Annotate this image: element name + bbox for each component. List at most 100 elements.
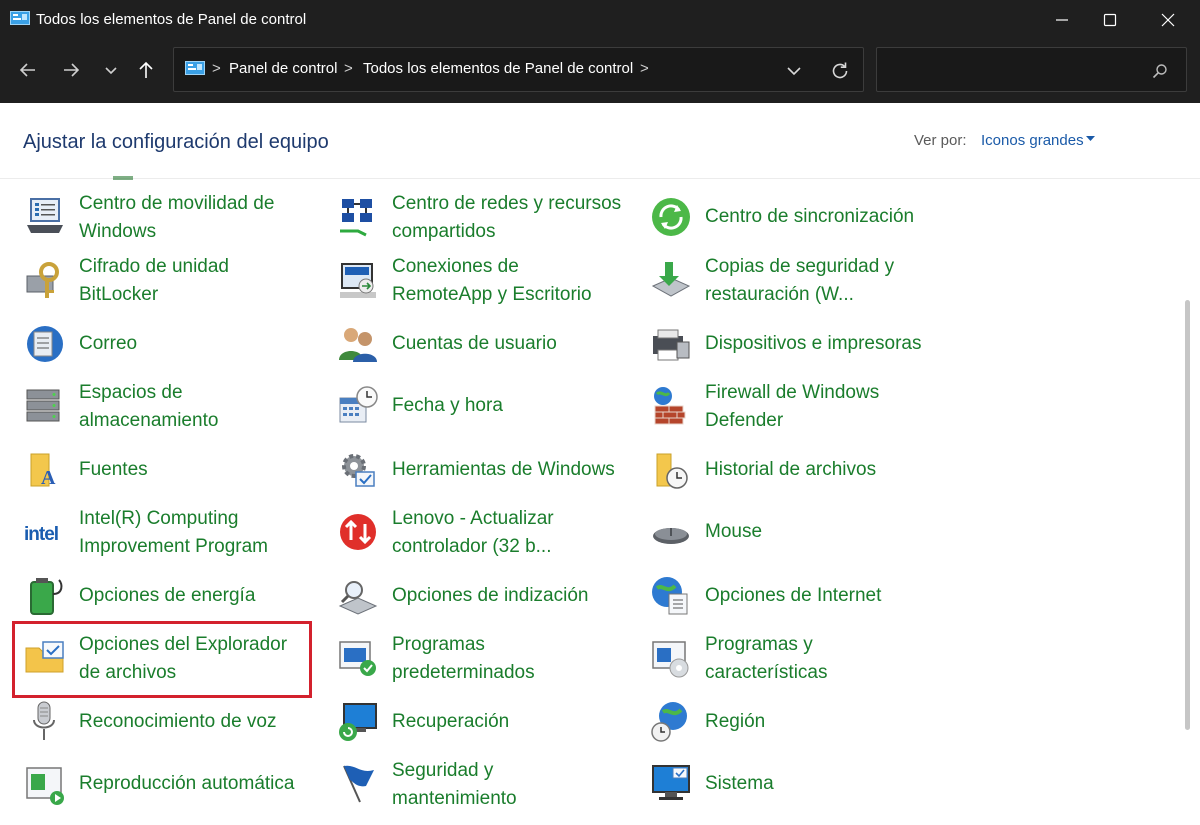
item-autoplay[interactable]: Reproducción automática — [23, 762, 313, 822]
item-label: Correo — [79, 333, 138, 354]
item-intel[interactable]: intel Intel(R) Computing Improvement Prog… — [23, 508, 313, 570]
item-label: Centro de sincronización — [705, 206, 915, 227]
item-label: Opciones de Internet — [705, 585, 882, 606]
up-button[interactable] — [132, 56, 160, 84]
item-firewall[interactable]: Firewall de Windows Defender — [649, 382, 949, 444]
intel-icon: intel — [24, 524, 59, 545]
programs-features-icon — [652, 641, 689, 678]
item-mobility-center[interactable]: Centro de movilidad de Windows — [23, 193, 313, 255]
breadcrumb-separator: > — [640, 60, 649, 77]
maximize-icon — [1103, 13, 1117, 27]
remoteapp-icon — [340, 263, 376, 298]
forward-button[interactable] — [57, 56, 85, 84]
mobility-center-icon — [27, 198, 63, 233]
item-file-history[interactable]: Historial de archivos — [649, 448, 949, 508]
item-recovery[interactable]: Recuperación — [336, 700, 636, 760]
refresh-icon[interactable] — [828, 59, 852, 83]
default-programs-icon — [339, 641, 376, 676]
item-label: Fuentes — [79, 459, 148, 480]
system-icon — [652, 765, 690, 800]
item-devices-printers[interactable]: Dispositivos e impresoras — [649, 322, 949, 382]
item-programs-features[interactable]: Programas y características — [649, 634, 949, 696]
user-accounts-icon — [339, 328, 377, 362]
back-button[interactable] — [14, 56, 42, 84]
item-label: Recuperación — [392, 711, 510, 732]
item-mail[interactable]: Correo — [23, 322, 313, 382]
item-sync-center[interactable]: Centro de sincronización — [649, 195, 949, 255]
item-label: Mouse — [705, 521, 763, 542]
chevron-down-icon — [105, 67, 117, 75]
item-speech-recognition[interactable]: Reconocimiento de voz — [23, 700, 313, 760]
item-label: Región — [705, 711, 766, 732]
item-region[interactable]: Región — [649, 700, 949, 760]
svg-text:intel: intel — [24, 524, 58, 545]
file-history-icon — [656, 453, 688, 489]
windows-tools-icon — [342, 454, 375, 487]
item-label: Programas y características — [705, 634, 828, 683]
date-time-icon — [339, 386, 378, 423]
item-label: Programas predeterminados — [392, 634, 535, 683]
item-label: Cifrado de unidad BitLocker — [79, 256, 229, 305]
item-storage-spaces[interactable]: Espacios de almacenamiento — [23, 382, 313, 444]
item-label: Seguridad y mantenimiento — [392, 760, 517, 809]
search-icon — [1152, 64, 1167, 79]
item-user-accounts[interactable]: Cuentas de usuario — [336, 322, 636, 382]
fonts-icon: A — [30, 453, 56, 489]
item-indexing[interactable]: Opciones de indización — [336, 574, 636, 634]
item-backup[interactable]: Copias de seguridad y restauración (W... — [649, 256, 949, 318]
storage-spaces-icon — [26, 389, 60, 422]
firewall-icon — [654, 387, 686, 425]
item-windows-tools[interactable]: Herramientas de Windows — [336, 448, 636, 508]
arrow-right-icon — [64, 63, 80, 77]
minimize-button[interactable] — [1039, 0, 1085, 40]
clipped-item-label — [113, 176, 133, 180]
breadcrumb-control-panel[interactable]: Panel de control — [229, 60, 337, 77]
item-label: Lenovo - Actualizar controlador (32 b... — [392, 508, 554, 557]
breadcrumb-all-items[interactable]: Todos los elementos de Panel de control — [363, 60, 633, 77]
item-label: Historial de archivos — [705, 459, 877, 480]
item-system[interactable]: Sistema — [649, 762, 949, 822]
breadcrumb-separator: > — [344, 60, 353, 77]
item-date-time[interactable]: Fecha y hora — [336, 384, 636, 444]
scrollbar-thumb[interactable] — [1185, 300, 1190, 730]
item-label: Intel(R) Computing Improvement Program — [79, 508, 269, 557]
item-mouse[interactable]: Mouse — [649, 510, 949, 570]
highlight-box — [12, 621, 312, 698]
devices-printers-icon — [653, 329, 690, 361]
item-label: Dispositivos e impresoras — [705, 333, 922, 354]
item-default-programs[interactable]: Programas predeterminados — [336, 634, 636, 696]
mouse-icon — [653, 528, 689, 544]
item-remoteapp[interactable]: Conexiones de RemoteApp y Escritorio — [336, 256, 636, 318]
item-lenovo-update[interactable]: Lenovo - Actualizar controlador (32 b... — [336, 508, 636, 570]
content-header: Ajustar la configuración del equipo Ver … — [0, 103, 1200, 179]
page-title: Ajustar la configuración del equipo — [23, 131, 329, 153]
arrow-left-icon — [19, 63, 35, 77]
arrow-up-icon — [139, 61, 153, 78]
search-input[interactable] — [876, 47, 1187, 92]
lenovo-update-icon — [340, 514, 376, 550]
view-by-dropdown[interactable]: Iconos grandes — [981, 132, 1084, 149]
internet-options-icon — [652, 577, 688, 615]
caret-down-icon[interactable] — [1086, 136, 1095, 142]
item-label: Reconocimiento de voz — [79, 711, 277, 732]
sync-center-icon — [652, 198, 690, 236]
recent-locations-button[interactable] — [97, 56, 125, 84]
power-options-icon — [30, 578, 63, 615]
item-label: Sistema — [705, 773, 774, 794]
item-security-maintenance[interactable]: Seguridad y mantenimiento — [336, 760, 636, 822]
item-label: Firewall de Windows Defender — [705, 382, 880, 431]
navigation-bar: > Panel de control > Todos los elementos… — [0, 40, 1200, 103]
chevron-down-icon[interactable] — [782, 60, 806, 82]
close-icon — [1161, 13, 1175, 27]
item-fonts[interactable]: A Fuentes — [23, 448, 313, 508]
item-bitlocker[interactable]: Cifrado de unidad BitLocker — [23, 256, 313, 318]
item-network-center[interactable]: Centro de redes y recursos compartidos — [336, 193, 636, 255]
maximize-button[interactable] — [1087, 0, 1133, 40]
close-button[interactable] — [1145, 0, 1191, 40]
item-label: Opciones de indización — [392, 585, 589, 606]
item-internet-options[interactable]: Opciones de Internet — [649, 574, 949, 634]
item-label: Reproducción automática — [79, 773, 295, 794]
address-bar[interactable]: > Panel de control > Todos los elementos… — [173, 47, 864, 92]
control-panel-icon — [185, 61, 205, 75]
bitlocker-icon — [26, 262, 59, 298]
